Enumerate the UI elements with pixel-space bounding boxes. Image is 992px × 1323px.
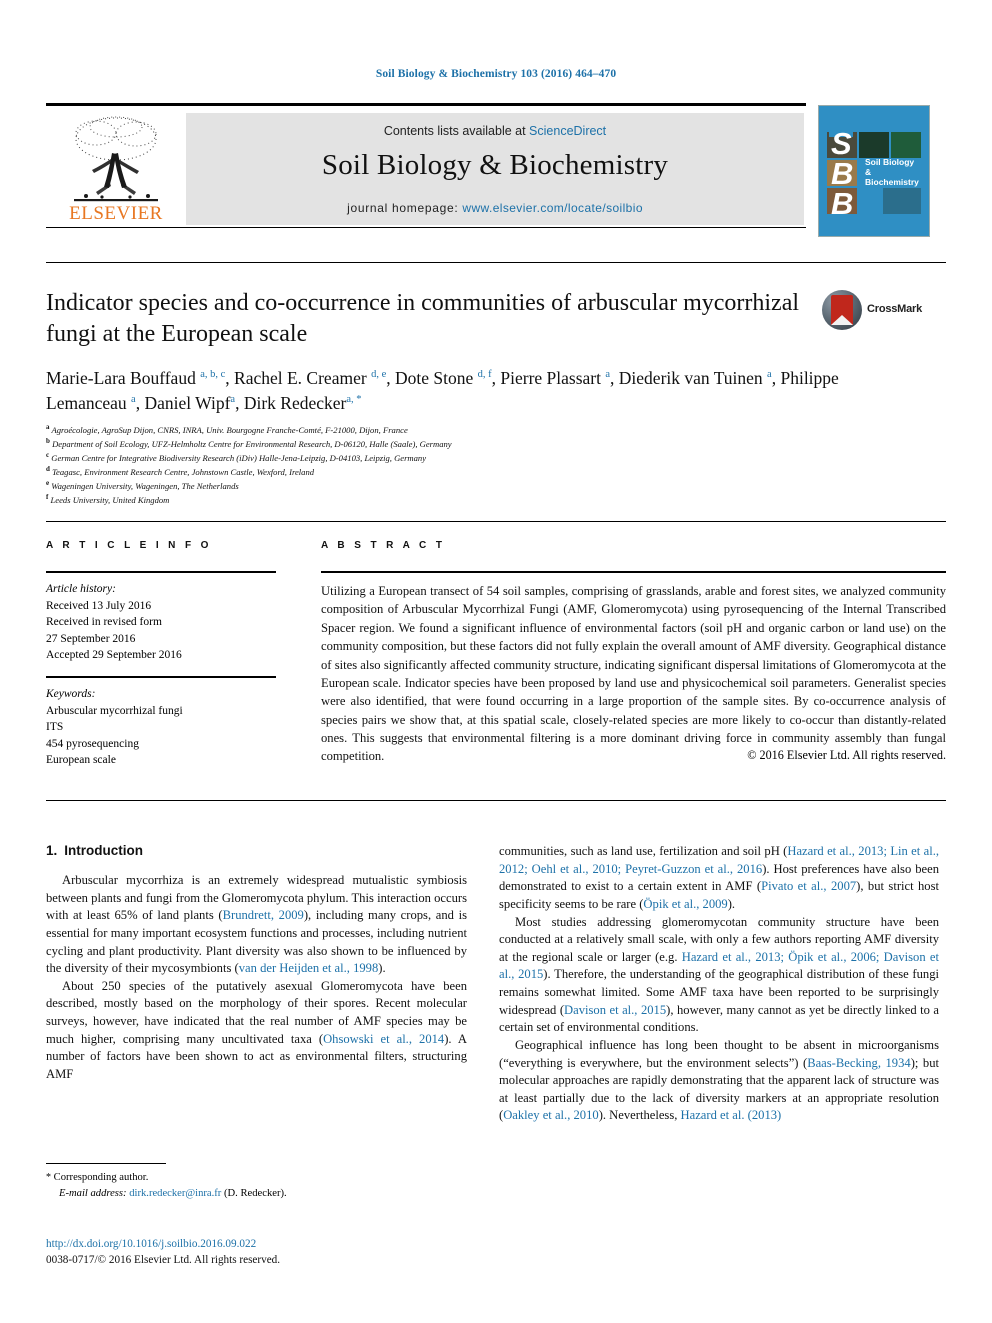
- section-number: 1.: [46, 843, 58, 858]
- affiliation-item: b Department of Soil Ecology, UFZ-Helmho…: [46, 438, 876, 452]
- abstract-rule: [321, 571, 946, 573]
- journal-cover-thumbnail: S B B Soil Biology & Biochemistry: [818, 105, 930, 237]
- cover-journal-title: Soil Biology & Biochemistry: [865, 157, 919, 187]
- section-title: Introduction: [64, 843, 143, 858]
- homepage-link[interactable]: www.elsevier.com/locate/soilbio: [462, 201, 642, 215]
- article-history-label: Article history:: [46, 583, 116, 595]
- affiliation-key: f: [46, 492, 49, 501]
- cover-tile: [883, 188, 921, 214]
- homepage-label: journal homepage:: [347, 201, 463, 215]
- crossmark-label: CrossMark: [867, 303, 923, 315]
- affiliation-item: d Teagasc, Environment Research Centre, …: [46, 464, 876, 480]
- corresponding-author-note: * Corresponding author. E-mail address: …: [46, 1170, 466, 1201]
- sciencedirect-link[interactable]: ScienceDirect: [529, 124, 606, 138]
- affiliation-key: b: [46, 437, 50, 446]
- journal-title: Soil Biology & Biochemistry: [321, 149, 669, 181]
- keyword-item: 454 pyrosequencing: [46, 737, 139, 750]
- corresponding-marker: *: [46, 1172, 51, 1183]
- issn-copyright-line: 0038-0717/© 2016 Elsevier Ltd. All right…: [46, 1254, 281, 1266]
- cover-art: S B B Soil Biology & Biochemistry: [827, 114, 921, 228]
- paragraph: communities, such as land use, fertiliza…: [499, 844, 939, 911]
- email-link[interactable]: dirk.redecker@inra.fr: [129, 1188, 221, 1199]
- keywords-rule: [46, 676, 276, 678]
- paragraph: About 250 species of the putatively asex…: [46, 978, 467, 1081]
- keyword-item: ITS: [46, 721, 64, 734]
- affiliation-text: German Centre for Integrative Biodiversi…: [51, 452, 427, 463]
- corresponding-text: Corresponding author.: [53, 1172, 149, 1183]
- keyword-item: European scale: [46, 754, 116, 767]
- affiliation-item: a Agroécologie, AgroSup Dijon, CNRS, INR…: [46, 424, 876, 438]
- body-column-left: 1. Introduction Arbuscular mycorrhiza is …: [46, 843, 467, 1084]
- cover-letter: B: [831, 186, 854, 221]
- section-heading-introduction: 1. Introduction: [46, 843, 467, 858]
- paragraph: Arbuscular mycorrhiza is an extremely wi…: [46, 873, 467, 976]
- history-item: 27 September 2016: [46, 632, 136, 645]
- cover-letter: B: [831, 156, 854, 191]
- crossmark-notch-shape: [831, 315, 853, 325]
- affiliation-key: d: [46, 464, 50, 473]
- paragraph: Most studies addressing glomeromycotan c…: [499, 914, 939, 1035]
- affiliation-item: e Wageningen University, Wageningen, The…: [46, 478, 876, 494]
- keywords-label: Keywords:: [46, 688, 96, 700]
- affiliation-item: c German Centre for Integrative Biodiver…: [46, 450, 876, 466]
- affiliation-key: c: [46, 450, 50, 459]
- contents-prefix: Contents lists available at: [383, 124, 530, 138]
- cover-tile: [859, 132, 889, 158]
- cover-letter: S: [831, 126, 852, 161]
- article-info-rule: [46, 571, 276, 573]
- elsevier-logo: ELSEVIER: [52, 113, 180, 225]
- article-history: Article history: Received 13 July 2016 R…: [46, 581, 276, 664]
- elsevier-tree-icon: [74, 116, 158, 202]
- masthead-top-rule: [46, 103, 806, 106]
- cover-tile: [891, 132, 921, 158]
- affiliation-key: e: [46, 478, 50, 487]
- article-info-heading: A R T I C L E I N F O: [46, 540, 212, 551]
- affiliation-text: Wageningen University, Wageningen, The N…: [51, 480, 239, 491]
- title-divider: [46, 262, 946, 263]
- keyword-list: Keywords: Arbuscular mycorrhizal fungi I…: [46, 686, 276, 769]
- doi-link[interactable]: http://dx.doi.org/10.1016/j.soilbio.2016…: [46, 1236, 466, 1253]
- abstract-heading: A B S T R A C T: [321, 540, 446, 551]
- crossmark-icon: [822, 290, 862, 330]
- history-item: Received 13 July 2016: [46, 599, 152, 612]
- masthead-bottom-rule: [46, 227, 806, 228]
- affiliation-text: Teagasc, Environment Research Centre, Jo…: [52, 466, 315, 477]
- affiliation-text: Department of Soil Ecology, UFZ-Helmholt…: [52, 438, 452, 449]
- contents-banner: Contents lists available at ScienceDirec…: [186, 113, 804, 225]
- corresponding-author-line: * Corresponding author.: [46, 1170, 466, 1186]
- email-line: E-mail address: dirk.redecker@inra.fr (D…: [46, 1186, 466, 1201]
- affiliation-key: a: [46, 423, 50, 432]
- paragraph: Geographical influence has long been tho…: [499, 1037, 939, 1123]
- history-item: Accepted 29 September 2016: [46, 649, 182, 662]
- affiliation-item: f Leeds University, United Kingdom: [46, 492, 876, 508]
- affiliation-text: Leeds University, United Kingdom: [50, 494, 170, 505]
- abstract-copyright: © 2016 Elsevier Ltd. All rights reserved…: [747, 748, 946, 762]
- info-divider: [46, 521, 946, 522]
- email-owner: (D. Redecker).: [224, 1187, 287, 1199]
- body-column-right: communities, such as land use, fertiliza…: [499, 843, 939, 1125]
- email-label: E-mail address:: [59, 1187, 127, 1199]
- journal-homepage-line: journal homepage: www.elsevier.com/locat…: [186, 201, 804, 215]
- article-page: Soil Biology & Biochemistry 103 (2016) 4…: [0, 0, 992, 1323]
- abstract-text: Utilizing a European transect of 54 soil…: [321, 584, 946, 764]
- journal-masthead: ELSEVIER Contents lists available at Sci…: [46, 103, 946, 237]
- affiliation-list: a Agroécologie, AgroSup Dijon, CNRS, INR…: [46, 424, 876, 508]
- contents-line: Contents lists available at ScienceDirec…: [186, 124, 804, 138]
- elsevier-wordmark: ELSEVIER: [69, 203, 163, 224]
- body-divider: [46, 800, 946, 801]
- running-head: Soil Biology & Biochemistry 103 (2016) 4…: [375, 68, 617, 80]
- history-item: Received in revised form: [46, 616, 162, 629]
- keyword-item: Arbuscular mycorrhizal fungi: [46, 704, 183, 717]
- article-title: Indicator species and co-occurrence in c…: [46, 290, 800, 348]
- author-list: Marie-Lara Bouffaud a, b, c, Rachel E. C…: [46, 368, 839, 413]
- footnote-rule: [46, 1163, 166, 1164]
- affiliation-text: Agroécologie, AgroSup Dijon, CNRS, INRA,…: [51, 425, 408, 435]
- crossmark-badge[interactable]: CrossMark: [822, 290, 942, 332]
